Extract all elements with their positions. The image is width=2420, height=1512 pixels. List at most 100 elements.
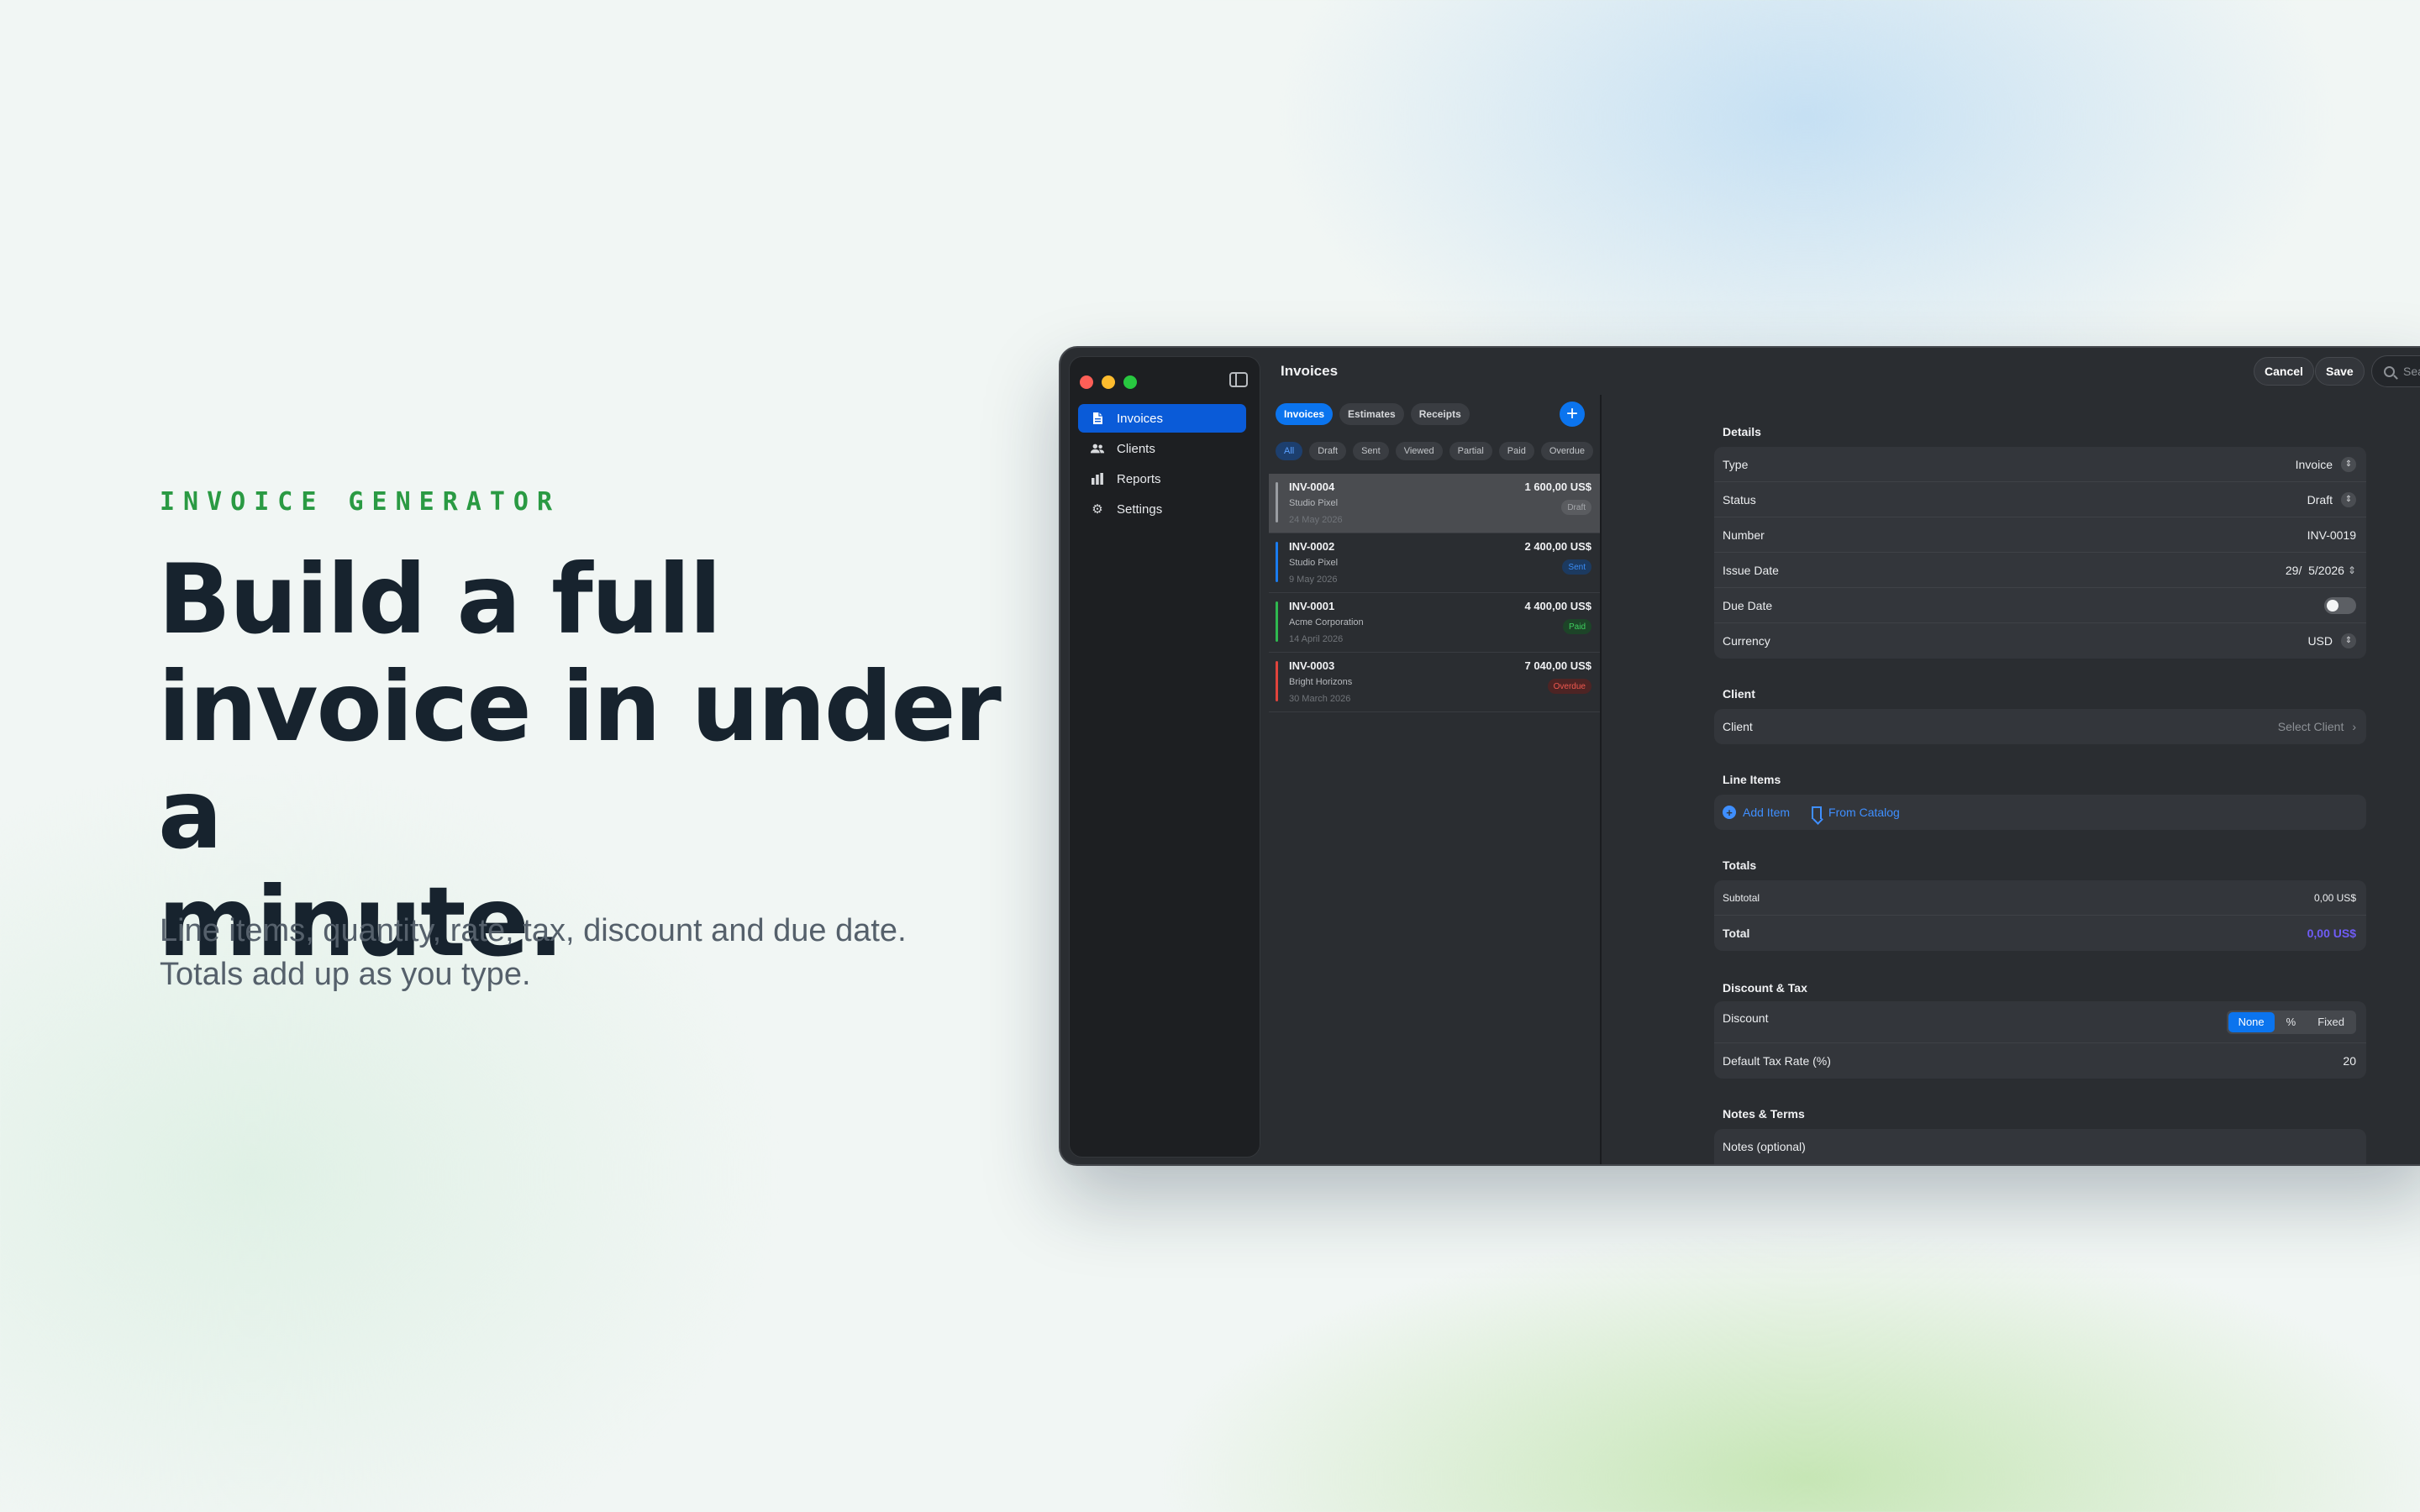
line-items-actions: + Add Item From Catalog bbox=[1714, 795, 2366, 830]
invoice-date: 9 May 2026 bbox=[1289, 575, 1338, 585]
due-date-toggle[interactable] bbox=[2324, 596, 2356, 614]
discount-type-segmented: None % Fixed bbox=[2226, 1010, 2356, 1034]
list-item[interactable]: INV-0003 Bright Horizons 30 March 2026 7… bbox=[1269, 653, 1600, 712]
sidebar-item-label: Reports bbox=[1117, 471, 1161, 486]
sidebar-item-clients[interactable]: Clients bbox=[1078, 434, 1246, 463]
document-type-tabs: Invoices Estimates Receipts bbox=[1276, 403, 1470, 425]
tax-rate-row[interactable]: Default Tax Rate (%) 20 bbox=[1714, 1043, 2366, 1079]
filter-overdue[interactable]: Overdue bbox=[1540, 442, 1594, 460]
headline-line: invoice in under a bbox=[158, 651, 1002, 870]
chevron-updown-icon[interactable]: ⇕ bbox=[2341, 491, 2356, 507]
status-row[interactable]: Status Draft ⇕ bbox=[1714, 482, 2366, 517]
cancel-button[interactable]: Cancel bbox=[2254, 357, 2314, 386]
number-row[interactable]: Number INV-0019 bbox=[1714, 517, 2366, 553]
invoice-amount: 1 600,00 US$ bbox=[1524, 480, 1591, 493]
status-badge: Sent bbox=[1562, 559, 1591, 575]
sidebar-item-label: Settings bbox=[1117, 501, 1163, 517]
field-label: Due Date bbox=[1723, 598, 1773, 612]
sidebar-item-invoices[interactable]: Invoices bbox=[1078, 404, 1246, 433]
invoice-date: 24 May 2026 bbox=[1289, 515, 1343, 525]
invoice-list-panel: Invoices Estimates Receipts + All Draft … bbox=[1269, 395, 1602, 1164]
tax-rate-field[interactable]: 20 bbox=[2343, 1054, 2356, 1068]
bookmark-icon bbox=[1812, 806, 1823, 819]
status-filters: All Draft Sent Viewed Partial Paid Overd… bbox=[1276, 442, 1595, 460]
search-placeholder: Search by number or client bbox=[2403, 365, 2420, 378]
plus-icon: + bbox=[1565, 402, 1578, 425]
invoice-client: Acme Corporation bbox=[1289, 617, 1364, 627]
chevron-updown-icon[interactable]: ⇕ bbox=[2341, 456, 2356, 472]
chevron-updown-icon[interactable]: ⇕ bbox=[2341, 633, 2356, 648]
invoice-date: 14 April 2026 bbox=[1289, 634, 1344, 644]
discount-option-percent[interactable]: % bbox=[2276, 1012, 2307, 1032]
number-field[interactable]: INV-0019 bbox=[2307, 528, 2356, 542]
sidebar-toggle-icon[interactable] bbox=[1229, 372, 1248, 387]
invoice-number: INV-0003 bbox=[1289, 659, 1335, 672]
filter-viewed[interactable]: Viewed bbox=[1395, 442, 1443, 460]
notes-placeholder: Notes (optional) bbox=[1723, 1140, 1806, 1153]
document-icon bbox=[1090, 411, 1105, 426]
add-item-button[interactable]: + Add Item bbox=[1723, 806, 1790, 819]
from-catalog-button[interactable]: From Catalog bbox=[1812, 806, 1900, 819]
list-item[interactable]: INV-0004 Studio Pixel 24 May 2026 1 600,… bbox=[1269, 474, 1600, 533]
tab-receipts[interactable]: Receipts bbox=[1410, 403, 1470, 425]
section-title-details: Details bbox=[1723, 425, 1761, 438]
minimize-window-button[interactable] bbox=[1102, 375, 1115, 389]
close-window-button[interactable] bbox=[1080, 375, 1093, 389]
notes-field[interactable]: Notes (optional) bbox=[1714, 1129, 2366, 1164]
zoom-window-button[interactable] bbox=[1123, 375, 1137, 389]
sidebar-item-reports[interactable]: Reports bbox=[1078, 465, 1246, 493]
invoice-client: Bright Horizons bbox=[1289, 677, 1353, 687]
add-invoice-button[interactable]: + bbox=[1560, 402, 1585, 427]
issue-date-field[interactable]: 29/ 5/2026 bbox=[2286, 564, 2344, 577]
section-title-notes: Notes & Terms bbox=[1723, 1107, 1805, 1121]
subheadline-line: Line items, quantity, rate, tax, discoun… bbox=[160, 913, 907, 948]
field-label: Subtotal bbox=[1723, 891, 1760, 904]
currency-value: USD bbox=[2307, 634, 2333, 648]
discount-option-fixed[interactable]: Fixed bbox=[2307, 1012, 2354, 1032]
status-color-bar bbox=[1276, 542, 1278, 582]
client-row[interactable]: Client Select Client › bbox=[1714, 709, 2366, 744]
subtotal-value: 0,00 US$ bbox=[2313, 891, 2356, 904]
select-client-value: Select Client bbox=[2277, 720, 2344, 733]
section-title-line-items: Line Items bbox=[1723, 773, 1781, 786]
gear-icon: ⚙ bbox=[1092, 502, 1103, 517]
sidebar-item-label: Invoices bbox=[1117, 411, 1164, 426]
client-card: Client Select Client › bbox=[1714, 709, 2366, 744]
filter-paid[interactable]: Paid bbox=[1498, 442, 1534, 460]
subheadline: Line items, quantity, rate, tax, discoun… bbox=[160, 909, 1000, 996]
filter-all[interactable]: All bbox=[1276, 442, 1303, 460]
tab-invoices[interactable]: Invoices bbox=[1276, 403, 1334, 425]
invoice-client: Studio Pixel bbox=[1289, 558, 1339, 568]
status-color-bar bbox=[1276, 661, 1278, 701]
due-date-row[interactable]: Due Date bbox=[1714, 588, 2366, 623]
list-item[interactable]: INV-0002 Studio Pixel 9 May 2026 2 400,0… bbox=[1269, 533, 1600, 593]
add-item-label: Add Item bbox=[1743, 806, 1791, 819]
status-badge: Paid bbox=[1562, 619, 1591, 634]
section-title-client: Client bbox=[1723, 687, 1755, 701]
type-row[interactable]: Type Invoice ⇕ bbox=[1714, 447, 2366, 482]
filter-draft[interactable]: Draft bbox=[1309, 442, 1347, 460]
sidebar-item-settings[interactable]: ⚙ Settings bbox=[1078, 495, 1246, 523]
discount-option-none[interactable]: None bbox=[2228, 1011, 2275, 1032]
people-icon bbox=[1090, 441, 1105, 456]
currency-row[interactable]: Currency USD ⇕ bbox=[1714, 623, 2366, 659]
invoice-client: Studio Pixel bbox=[1289, 498, 1339, 508]
notes-card: Notes (optional) bbox=[1714, 1129, 2366, 1164]
toolbar: Invoices Cancel Save Search by number or… bbox=[1269, 348, 2420, 395]
filter-partial[interactable]: Partial bbox=[1449, 442, 1492, 460]
sidebar-nav: Invoices Clients Reports ⚙ Settings bbox=[1078, 404, 1246, 525]
list-item[interactable]: INV-0001 Acme Corporation 14 April 2026 … bbox=[1269, 593, 1600, 653]
search-input[interactable]: Search by number or client bbox=[2371, 355, 2420, 387]
date-stepper-icon[interactable]: ⇕ bbox=[2348, 564, 2356, 576]
type-value: Invoice bbox=[2295, 457, 2333, 471]
field-label: Discount bbox=[1723, 1011, 1769, 1025]
tab-estimates[interactable]: Estimates bbox=[1339, 403, 1404, 425]
filter-sent[interactable]: Sent bbox=[1353, 442, 1389, 460]
line-items-card: + Add Item From Catalog bbox=[1714, 795, 2366, 830]
app-window: Invoices Clients Reports ⚙ Settings Invo… bbox=[1059, 346, 2420, 1166]
totals-card: Subtotal 0,00 US$ Total 0,00 US$ bbox=[1714, 880, 2366, 951]
save-button[interactable]: Save bbox=[2315, 357, 2365, 386]
eyebrow-label: INVOICE GENERATOR bbox=[160, 487, 561, 517]
issue-date-row[interactable]: Issue Date 29/ 5/2026 ⇕ bbox=[1714, 553, 2366, 588]
sidebar: Invoices Clients Reports ⚙ Settings bbox=[1069, 356, 1260, 1158]
